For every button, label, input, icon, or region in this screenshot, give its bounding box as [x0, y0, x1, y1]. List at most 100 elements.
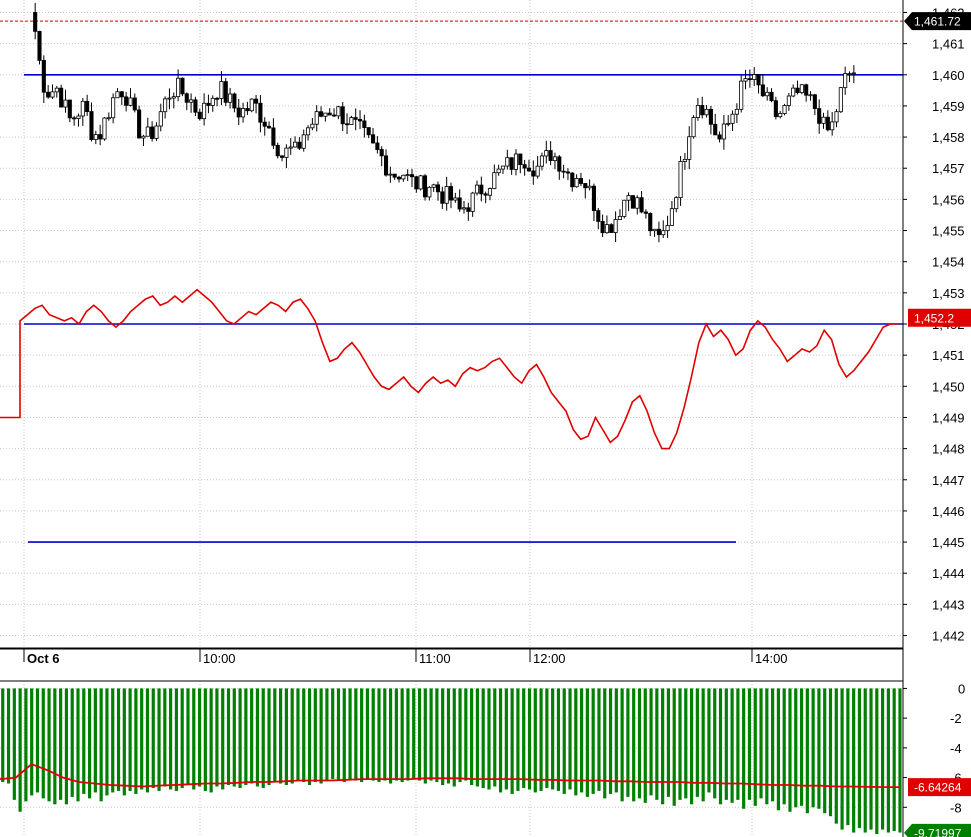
- indicator-bar: [423, 688, 427, 784]
- chart-canvas[interactable]: 1,442 1,443 1,444 1,445 1,446 1,447 1,448 1,449…: [0, 0, 971, 837]
- indicator-bar: [753, 688, 757, 806]
- indicator-bar: [290, 688, 294, 784]
- candle-body: [600, 221, 605, 234]
- candle-body: [280, 155, 285, 158]
- indicator-bar: [406, 688, 410, 781]
- candle-body: [50, 91, 55, 98]
- indicator-bar: [898, 688, 902, 833]
- indicator-bar: [840, 688, 844, 830]
- indicator-bar: [556, 688, 561, 791]
- candle-body: [834, 111, 839, 123]
- candle-body: [262, 121, 267, 127]
- indicator-bar: [371, 688, 375, 781]
- candle-body: [500, 165, 506, 170]
- indicator-bar: [128, 688, 132, 791]
- indicator-bar: [6, 688, 11, 784]
- candle-body: [193, 99, 198, 113]
- candle-body: [760, 84, 765, 97]
- candle-body: [561, 170, 566, 173]
- indicator-bar: [568, 688, 572, 790]
- candle-body: [830, 121, 835, 131]
- candle-body: [180, 77, 185, 95]
- candle-body: [219, 81, 224, 99]
- candle-body: [453, 197, 458, 201]
- candle-body: [539, 155, 545, 167]
- price-tick-label: 1,454: [932, 255, 965, 270]
- indicator-bar: [388, 688, 393, 784]
- indicator-bar: [279, 688, 283, 784]
- candle-body: [782, 105, 787, 114]
- candle-body: [102, 117, 107, 140]
- candle-body: [375, 142, 380, 150]
- indicator-bar: [302, 688, 306, 783]
- candle-body: [72, 117, 77, 120]
- candle-body: [189, 99, 194, 103]
- indicator-bar: [435, 688, 439, 783]
- candle-body: [422, 175, 428, 198]
- indicator-bar: [417, 688, 422, 781]
- candle-body: [552, 156, 558, 162]
- candle-body: [678, 161, 683, 199]
- indicator-bar: [331, 688, 335, 780]
- candle-body: [388, 173, 393, 176]
- indicator-bar: [498, 688, 503, 793]
- indicator-bar: [24, 688, 28, 802]
- indicator-bar: [678, 688, 682, 800]
- candle-body: [466, 207, 471, 212]
- candle-body: [496, 168, 501, 174]
- candle-body: [158, 111, 163, 127]
- candle-body: [509, 157, 514, 170]
- indicator-bar: [516, 688, 520, 791]
- indicator-bar: [713, 688, 717, 799]
- candle-body: [232, 93, 237, 109]
- candle-body: [535, 165, 540, 177]
- time-tick-label: 10:00: [203, 651, 236, 666]
- indicator-bar: [730, 688, 734, 803]
- indicator-bar: [313, 688, 317, 783]
- indicator-bar: [545, 688, 549, 788]
- candle-body: [340, 106, 345, 125]
- candle-body: [479, 184, 484, 195]
- indicator-bar: [597, 688, 601, 791]
- candle-body: [730, 113, 735, 124]
- candle-body: [695, 105, 700, 118]
- candle-body: [245, 108, 250, 112]
- indicator-bar: [336, 688, 341, 781]
- candle-body: [46, 91, 51, 98]
- indicator-bar: [539, 688, 543, 791]
- price-tick-label: 1,457: [932, 161, 965, 176]
- candle-body: [396, 176, 402, 180]
- indicator-bar: [649, 688, 653, 796]
- candle-body: [37, 30, 42, 61]
- indicator-bar: [551, 688, 555, 790]
- candle-body: [773, 100, 778, 118]
- candle-body: [323, 112, 328, 117]
- candle-body: [474, 184, 480, 194]
- candle-body: [154, 125, 159, 139]
- candle-body: [778, 113, 783, 118]
- indicator-bar: [875, 688, 879, 835]
- indicator-bar: [383, 688, 387, 781]
- price-tick-label: 1,455: [932, 224, 965, 239]
- indicator-bar: [238, 688, 242, 788]
- indicator-bar: [689, 688, 694, 805]
- candle-body: [145, 126, 150, 137]
- candle-body: [33, 12, 38, 32]
- indicator-bar: [64, 688, 69, 805]
- candle-body: [336, 106, 341, 117]
- indicator-bar: [47, 688, 51, 802]
- candle-body: [223, 81, 228, 103]
- indicator-bar: [180, 688, 184, 788]
- candle-body: [518, 153, 523, 166]
- candle-body: [206, 102, 211, 106]
- indicator-bar: [788, 688, 792, 812]
- candle-body: [63, 99, 68, 108]
- candle-body: [41, 60, 46, 93]
- candle-body: [743, 78, 748, 82]
- indicator-bar: [30, 688, 34, 796]
- candle-body: [617, 215, 622, 220]
- indicator-bar: [886, 688, 890, 833]
- red-line-value-tag: 1,452.2: [914, 311, 954, 325]
- candle-body: [427, 186, 432, 198]
- indicator-bar: [59, 688, 63, 800]
